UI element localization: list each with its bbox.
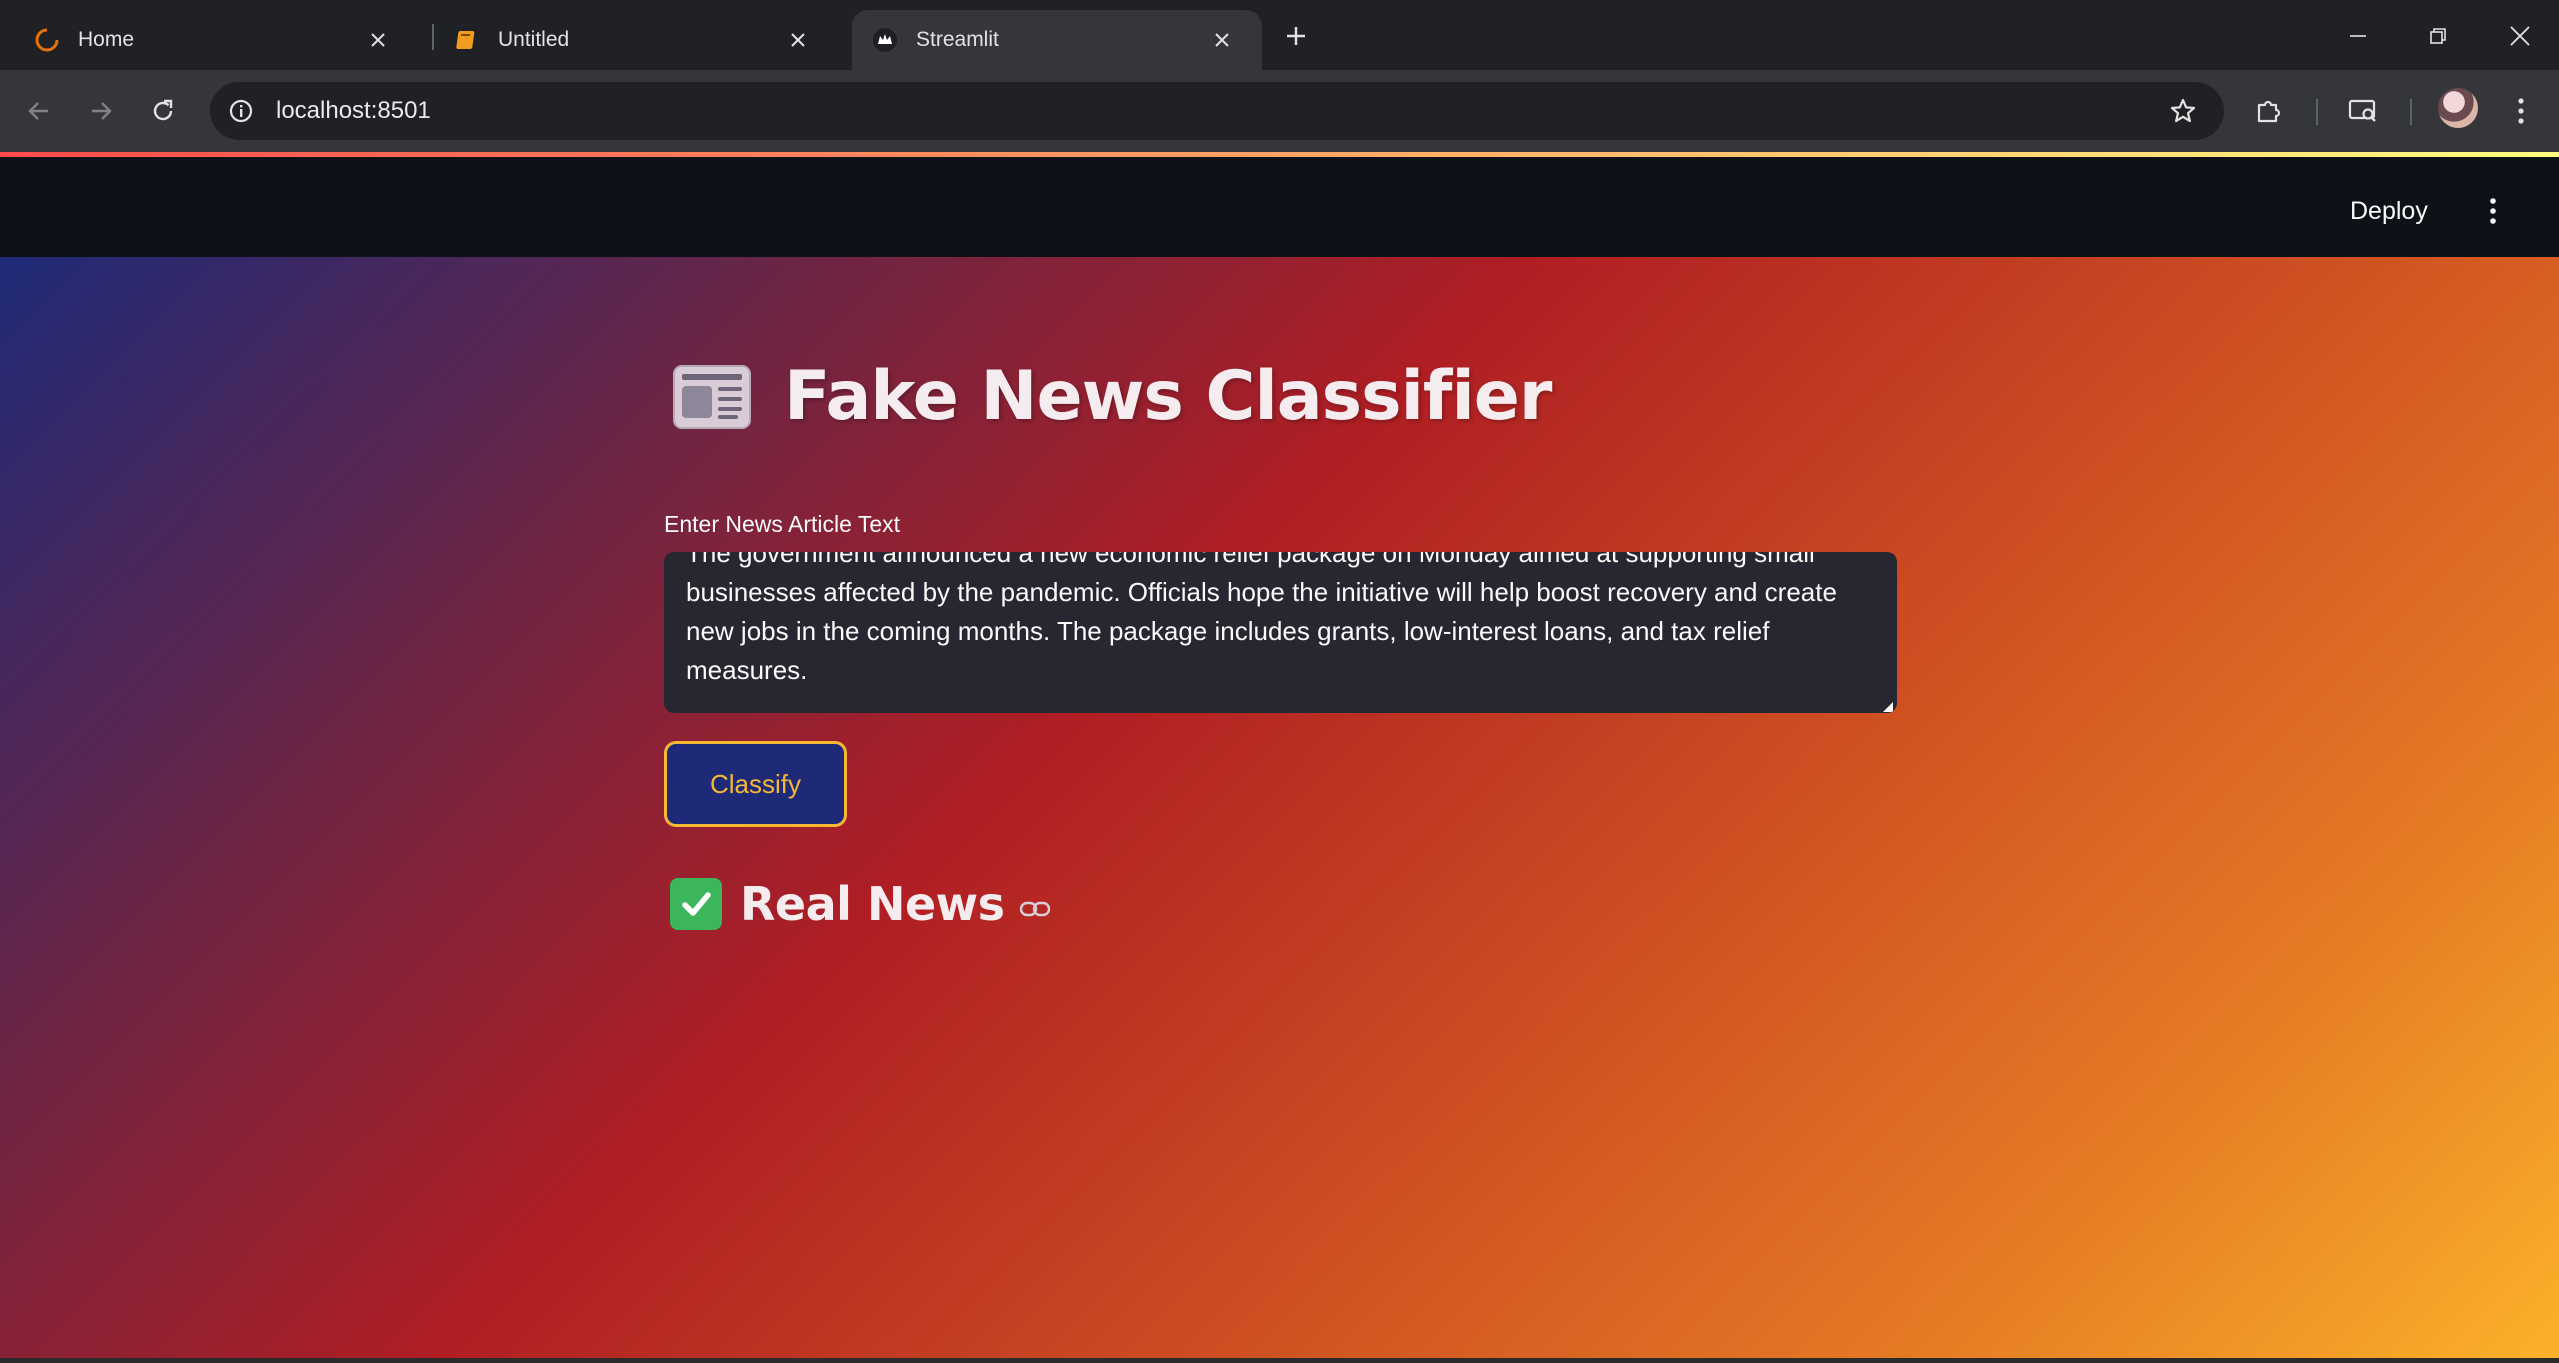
article-text-label: Enter News Article Text <box>664 511 901 537</box>
close-icon <box>2510 26 2530 46</box>
extensions-button[interactable] <box>2248 90 2290 132</box>
tab-streamlit[interactable]: Streamlit <box>852 10 1262 70</box>
vertical-dots-icon <box>2518 98 2524 124</box>
main-menu-button[interactable] <box>2476 191 2510 231</box>
check-mark-icon <box>670 878 722 930</box>
vertical-dots-icon <box>2490 198 2496 224</box>
browser-tab-strip: Home Untitled Streamlit <box>0 0 2559 70</box>
forward-button[interactable] <box>80 90 122 132</box>
tab-untitled[interactable]: Untitled <box>420 10 838 70</box>
newspaper-icon <box>672 362 754 432</box>
browser-toolbar: localhost:8501 <box>0 70 2559 152</box>
profile-avatar[interactable] <box>2438 88 2478 128</box>
close-window-button[interactable] <box>2490 14 2550 58</box>
bookmark-star-icon[interactable] <box>2166 94 2200 128</box>
tab-home[interactable]: Home <box>0 10 418 70</box>
app-main-area: Fake News Classifier Enter News Article … <box>0 257 2559 1358</box>
page-title: Fake News Classifier <box>672 357 1552 436</box>
toolbar-divider <box>2410 99 2412 125</box>
anchor-link-icon[interactable] <box>1019 894 1055 924</box>
reload-button[interactable] <box>142 90 184 132</box>
streamlit-header: Deploy <box>0 157 2559 257</box>
plus-icon <box>1287 27 1305 45</box>
close-tab-icon[interactable] <box>782 24 814 56</box>
tab-title: Untitled <box>498 28 570 51</box>
toolbar-divider <box>2316 99 2318 125</box>
arrow-right-icon <box>92 102 112 120</box>
tab-title: Home <box>78 28 135 51</box>
resize-handle-icon[interactable] <box>1883 699 1893 712</box>
restore-icon <box>2430 28 2446 44</box>
new-tab-button[interactable] <box>1278 18 1314 54</box>
close-tab-icon[interactable] <box>1206 24 1238 56</box>
reload-icon <box>153 99 173 121</box>
article-text-area[interactable]: The government announced a new economic … <box>664 552 1897 713</box>
address-bar[interactable]: localhost:8501 <box>210 82 2224 140</box>
puzzle-icon <box>2257 100 2281 123</box>
back-button[interactable] <box>18 90 60 132</box>
deploy-button[interactable]: Deploy <box>2350 197 2428 226</box>
site-info-icon[interactable] <box>224 94 258 128</box>
restore-button[interactable] <box>2408 14 2468 58</box>
minimize-icon <box>2350 35 2366 37</box>
result-heading: Real News <box>670 877 1055 931</box>
close-tab-icon[interactable] <box>362 24 394 56</box>
arrow-left-icon <box>28 102 48 120</box>
loading-ring-icon <box>34 27 60 53</box>
tab-title: Streamlit <box>916 28 999 51</box>
screen-search-icon <box>2348 99 2376 122</box>
app-title: Fake News Classifier <box>784 357 1552 436</box>
browser-menu-button[interactable] <box>2500 90 2542 132</box>
classify-button[interactable]: Classify <box>664 741 847 827</box>
article-text-value[interactable]: The government announced a new economic … <box>686 552 1876 690</box>
notebook-icon <box>454 27 480 53</box>
media-search-button[interactable] <box>2342 90 2384 132</box>
result-text: Real News <box>740 877 1005 931</box>
url-text[interactable]: localhost:8501 <box>276 97 431 125</box>
minimize-button[interactable] <box>2328 14 2388 58</box>
streamlit-crown-icon <box>872 27 898 53</box>
window-bottom-edge <box>0 1358 2559 1363</box>
